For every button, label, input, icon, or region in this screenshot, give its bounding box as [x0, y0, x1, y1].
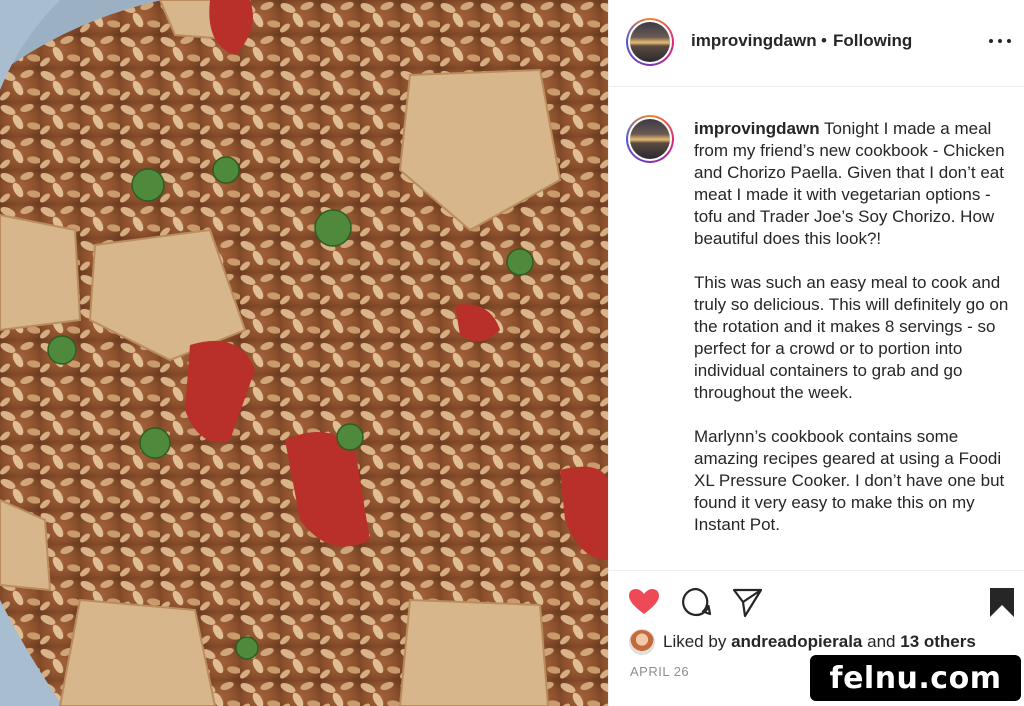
likes-prefix: Liked by	[663, 632, 727, 651]
comment-icon[interactable]	[679, 585, 713, 619]
author-avatar[interactable]	[626, 18, 674, 66]
watermark: felnu.com	[810, 655, 1021, 701]
liker-username[interactable]: andreadopierala	[731, 632, 862, 651]
caption-text: Tonight I made a meal from my friend’s n…	[694, 119, 1005, 248]
avatar-image	[630, 22, 670, 62]
heart-icon[interactable]	[627, 585, 661, 619]
avatar-image	[630, 119, 670, 159]
caption-paragraph: Marlynn’s cookbook contains some amazing…	[694, 427, 1005, 534]
author-username[interactable]: improvingdawn	[691, 31, 817, 51]
post-header: improvingdawn • Following	[609, 0, 1024, 87]
caption-author-avatar[interactable]	[626, 115, 674, 163]
post-side-panel: improvingdawn • Following improvingdawn …	[608, 0, 1024, 706]
post-photo[interactable]	[0, 0, 608, 706]
caption-section: improvingdawn Tonight I made a meal from…	[609, 88, 1024, 570]
liker-avatar[interactable]	[629, 629, 655, 655]
watermark-text: felnu.com	[829, 660, 1002, 696]
post-caption: improvingdawn Tonight I made a meal from…	[694, 118, 1012, 558]
caption-paragraph: This was such an easy meal to cook and t…	[694, 273, 1009, 402]
likes-others-link[interactable]: 13 others	[900, 632, 976, 651]
following-button[interactable]: Following	[833, 31, 912, 51]
likes-conjunction: and	[867, 632, 896, 651]
caption-paragraph: improvingdawn Tonight I made a meal from…	[694, 118, 1012, 250]
likes-text: Liked by andreadopierala and 13 others	[663, 632, 976, 652]
more-horizontal-icon[interactable]	[985, 30, 1015, 50]
caption-username[interactable]: improvingdawn	[694, 119, 820, 138]
bookmark-icon[interactable]	[985, 585, 1019, 619]
instagram-post-view: improvingdawn • Following improvingdawn …	[0, 0, 1024, 706]
header-separator: •	[821, 31, 827, 50]
likes-summary: Liked by andreadopierala and 13 others	[629, 627, 976, 657]
post-date[interactable]: APRIL 26	[630, 664, 689, 679]
paella-image	[0, 0, 608, 706]
paper-plane-icon[interactable]	[730, 585, 764, 619]
